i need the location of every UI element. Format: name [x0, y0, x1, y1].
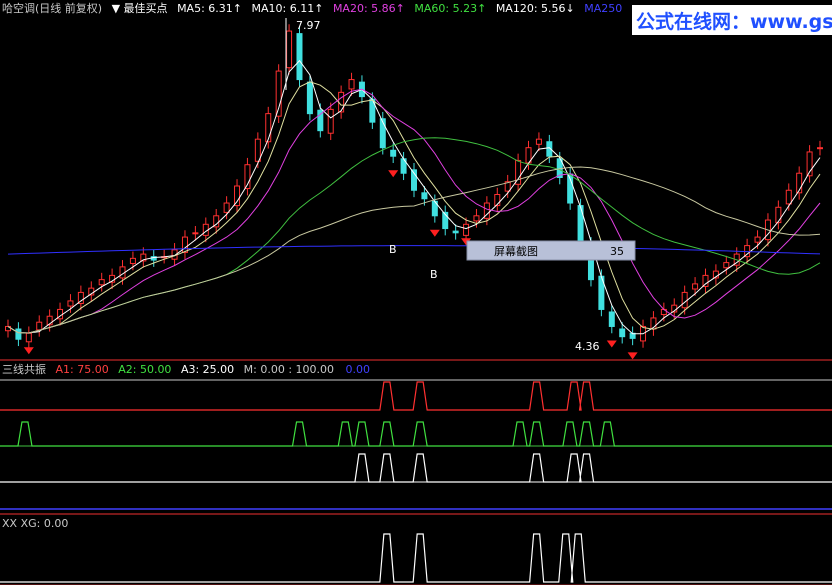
m-value: M: 0.00 : 100.00 [244, 363, 334, 376]
screenshot-tooltip: 屏幕截图 35 [466, 240, 636, 261]
a1-value: A1: 75.00 [56, 363, 109, 376]
a1-signal [0, 381, 832, 411]
candle-body [775, 206, 782, 224]
candle-body [15, 328, 22, 340]
candle-body [619, 328, 626, 338]
buy-arrow-marker [388, 170, 399, 178]
candle-body [338, 91, 345, 113]
candle-body [306, 81, 313, 115]
stock-name: 哈空调(日线 前复权) [2, 1, 102, 15]
ma20-value: MA20: 5.86↑ [333, 2, 405, 15]
candle-body [67, 300, 74, 307]
candle-body [577, 205, 584, 242]
candle-body [390, 149, 397, 157]
indicator2-header: XX XG: 0.00 [2, 517, 68, 530]
candle-body [286, 30, 293, 69]
candle-body [129, 257, 136, 264]
indicator1-header: 三线共振 A1: 75.00 A2: 50.00 A3: 25.00 M: 0.… [2, 362, 370, 376]
candle-body [535, 138, 542, 145]
candle-body [25, 332, 32, 343]
candle-body [223, 202, 230, 213]
candle-body [817, 147, 823, 150]
ma5-value: MA5: 6.31↑ [177, 2, 242, 15]
buy-arrow-marker [23, 347, 34, 355]
indicator1-name: 三线共振 [2, 362, 46, 376]
candle-body [681, 291, 688, 309]
buy-arrow-marker [606, 340, 617, 348]
a2-signal [0, 421, 832, 447]
candlestick-series [5, 24, 823, 349]
candle-body [702, 274, 709, 287]
watermark-text: 公式在线网：www.gszx.com [636, 10, 832, 33]
ma120-value: MA120: 5.56↓ [496, 2, 575, 15]
candle-body [421, 192, 428, 200]
candle-body [327, 108, 334, 134]
tooltip-value: 35 [610, 245, 624, 258]
ma5-line [7, 59, 821, 335]
xg-value: XX XG: 0.00 [2, 517, 68, 530]
buy-label-1: B [389, 243, 397, 256]
buy-markers [23, 170, 638, 360]
low-annotation: 4.36 [575, 340, 600, 353]
ma10-value: MA10: 6.11↑ [252, 2, 324, 15]
ma20-line [7, 88, 821, 334]
a2-value: A2: 50.00 [118, 363, 171, 376]
tooltip-label: 屏幕截图 [494, 244, 538, 258]
a3-value: A3: 25.00 [181, 363, 234, 376]
candle-body [692, 283, 699, 290]
buy-label-2: B [430, 268, 438, 281]
candle-body [296, 33, 303, 81]
ma10-line [7, 81, 821, 334]
candle-body [463, 223, 470, 236]
ma250-line [7, 245, 821, 255]
buy-arrow-marker [627, 352, 638, 360]
candle-body [452, 230, 459, 234]
moving-average-lines [7, 59, 821, 335]
candle-body [98, 279, 105, 286]
candle-body [785, 189, 792, 205]
stock-chart: 7.97 4.36 B B 哈空调(日线 前复权) ▼ 最佳买点 MA5: 6.… [0, 1, 832, 585]
ma60-value: MA60: 5.23↑ [414, 2, 486, 15]
buy-arrow-marker [429, 229, 440, 237]
candle-body [36, 321, 43, 331]
extra-value: 0.00 [346, 363, 371, 376]
watermark: 公式在线网：www.gszx.com [632, 5, 832, 35]
candle-body [608, 311, 615, 327]
chart-header: 哈空调(日线 前复权) ▼ 最佳买点 MA5: 6.31↑ MA10: 6.11… [2, 1, 622, 15]
candle-body [754, 236, 761, 243]
candle-body [234, 185, 241, 207]
candle-body [181, 236, 188, 253]
ma250-value: MA250 [584, 2, 622, 15]
candle-body [473, 215, 480, 222]
high-annotation: 7.97 [296, 19, 321, 32]
a3-signal [0, 453, 832, 483]
candle-body [348, 79, 355, 90]
candle-body [723, 262, 730, 269]
xg-signal [0, 533, 832, 583]
buy-point-legend: ▼ 最佳买点 [112, 1, 168, 15]
candle-body [265, 113, 272, 143]
candle-body [192, 232, 199, 235]
